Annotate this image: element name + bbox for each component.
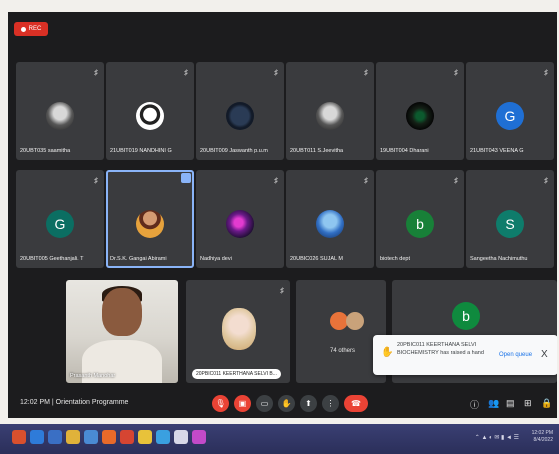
- mic-off-icon: ♯: [184, 68, 188, 77]
- info-icon[interactable]: ⓘ: [470, 398, 479, 411]
- office-icon[interactable]: [120, 430, 134, 444]
- participant-tile[interactable]: ♯ 20UBT035 saamitha: [16, 62, 104, 160]
- mic-off-icon: ♯: [364, 68, 368, 77]
- meeting-time-title: 12:02 PM | Orientation Programme: [20, 399, 129, 406]
- participant-avatar: [136, 210, 164, 238]
- others-count: 74 others: [330, 348, 356, 354]
- folder-icon[interactable]: [66, 430, 80, 444]
- participant-name: 19UBIT004 Dharani: [380, 148, 429, 154]
- participant-name: 20UBT035 saamitha: [20, 148, 71, 154]
- participant-avatar: [226, 210, 254, 238]
- participant-tile[interactable]: ♯ G 21UBIT043 VEENA G: [466, 62, 554, 160]
- mic-off-icon: ♯: [544, 176, 548, 185]
- mic-off-icon: ♯: [274, 176, 278, 185]
- store-icon[interactable]: [48, 430, 62, 444]
- participant-name: 20UBIC026 SUJAL M: [290, 256, 343, 262]
- participant-avatar: [136, 102, 164, 130]
- participant-tile[interactable]: ♯ 20UBIT009 Jaswanth p.u.m: [196, 62, 284, 160]
- mic-toggle-button[interactable]: 🎙: [212, 395, 229, 412]
- end-call-button[interactable]: ☎: [344, 395, 368, 412]
- mic-off-icon: ♯: [280, 286, 284, 295]
- people-icon[interactable]: 👥: [488, 398, 499, 409]
- captions-button[interactable]: ▭: [256, 395, 273, 412]
- participant-name: 20UBIT005 Geethanjali. T: [20, 256, 84, 262]
- chat-icon[interactable]: ▤: [506, 398, 515, 409]
- mic-off-icon: ♯: [274, 68, 278, 77]
- participant-tile-speaking[interactable]: Dr.S.K. Gangai Abirami: [106, 170, 194, 268]
- hand-raised-icon: ✋: [381, 347, 394, 358]
- participant-avatar: [46, 102, 74, 130]
- participant-name-pill: 20PBIC011 KEERTHANA SELVI B...: [192, 369, 281, 379]
- host-controls-icon[interactable]: 🔒: [541, 398, 552, 409]
- recording-badge: REC: [14, 22, 48, 36]
- pin-icon[interactable]: [181, 173, 191, 183]
- participant-name: Nadhiya devi: [200, 256, 232, 262]
- participant-avatar: [222, 308, 256, 350]
- clock-date: 8/4/2022: [533, 437, 553, 443]
- participant-video-tile[interactable]: Prasanth Manohar: [66, 280, 178, 383]
- mic-off-icon: ♯: [454, 68, 458, 77]
- participant-avatar: G: [496, 102, 524, 130]
- present-button[interactable]: ⬆: [300, 395, 317, 412]
- participant-name: biotech dept: [380, 256, 410, 262]
- mic-off-icon: ♯: [94, 176, 98, 185]
- participant-avatar: b: [452, 302, 480, 330]
- os-taskbar: ⌃ ▲ ◐ ✉ ▮ ◄ ☰ 12:02 PM 8/4/2022: [0, 424, 559, 454]
- meet-window: REC ♯ 20UBT035 saamitha ♯ 21UBIT019 NAND…: [8, 12, 557, 418]
- app-icon[interactable]: [174, 430, 188, 444]
- participant-tile[interactable]: ♯ Nadhiya devi: [196, 170, 284, 268]
- participant-name: 21UBIT043 VEENA G: [470, 148, 524, 154]
- more-options-button[interactable]: ⋮: [322, 395, 339, 412]
- mic-off-icon: ♯: [94, 68, 98, 77]
- participant-tile[interactable]: ♯ G 20UBIT005 Geethanjali. T: [16, 170, 104, 268]
- participant-avatar: [226, 102, 254, 130]
- participant-tile[interactable]: ♯ 19UBIT004 Dharani: [376, 62, 464, 160]
- mic-off-icon: ♯: [364, 176, 368, 185]
- edge-icon[interactable]: [30, 430, 44, 444]
- participant-name: 20UBT011 S.Jeevitha: [290, 148, 344, 154]
- raised-hand-toast: ✋ 20PBIC011 KEERTHANA SELVI BIOCHEMISTRY…: [373, 335, 557, 375]
- participant-avatar: [316, 210, 344, 238]
- close-icon[interactable]: X: [541, 349, 548, 360]
- start-icon[interactable]: [12, 430, 26, 444]
- recording-label: REC: [28, 26, 42, 32]
- participant-avatar: S: [496, 210, 524, 238]
- participant-tile[interactable]: ♯ 20PBIC011 KEERTHANA SELVI B...: [186, 280, 290, 383]
- mic-off-icon: ♯: [544, 68, 548, 77]
- record-dot-icon: [20, 26, 26, 32]
- mic-off-icon: ♯: [454, 176, 458, 185]
- participant-avatar: G: [46, 210, 74, 238]
- toast-message: 20PBIC011 KEERTHANA SELVI BIOCHEMISTRY h…: [397, 342, 484, 356]
- taskbar-clock[interactable]: 12:02 PM 8/4/2022: [532, 430, 553, 444]
- control-bar: 12:02 PM | Orientation Programme 🎙 ▣ ▭ ✋…: [8, 390, 557, 418]
- participant-tile[interactable]: ♯ b biotech dept: [376, 170, 464, 268]
- raise-hand-button[interactable]: ✋: [278, 395, 295, 412]
- participant-avatar: [316, 102, 344, 130]
- chrome-icon[interactable]: [138, 430, 152, 444]
- camera-toggle-button[interactable]: ▣: [234, 395, 251, 412]
- participant-name: 21UBIT019 NANDHINI G: [110, 148, 172, 154]
- activities-icon[interactable]: ⊞: [524, 398, 532, 409]
- participant-name: Dr.S.K. Gangai Abirami: [110, 256, 167, 262]
- system-tray-icons[interactable]: ⌃ ▲ ◐ ✉ ▮ ◄ ☰: [475, 434, 519, 441]
- participant-tile[interactable]: ♯ 20UBIC026 SUJAL M: [286, 170, 374, 268]
- others-avatar: [346, 312, 364, 330]
- participant-tile[interactable]: ♯ 21UBIT019 NANDHINI G: [106, 62, 194, 160]
- participant-name: 20UBIT009 Jaswanth p.u.m: [200, 148, 268, 154]
- participant-name: Prasanth Manohar: [70, 373, 116, 379]
- app-icon[interactable]: [156, 430, 170, 444]
- app-icon[interactable]: [192, 430, 206, 444]
- participant-tile[interactable]: ♯ S Sangeetha Nachimuthu: [466, 170, 554, 268]
- clock-time: 12:02 PM: [531, 430, 553, 436]
- participant-tile[interactable]: ♯ 20UBT011 S.Jeevitha: [286, 62, 374, 160]
- participant-avatar: [406, 102, 434, 130]
- participant-name: Sangeetha Nachimuthu: [470, 256, 528, 262]
- firefox-icon[interactable]: [102, 430, 116, 444]
- video-person-head: [102, 288, 142, 336]
- open-queue-link[interactable]: Open queue: [499, 352, 532, 358]
- participant-avatar: b: [406, 210, 434, 238]
- mail-icon[interactable]: [84, 430, 98, 444]
